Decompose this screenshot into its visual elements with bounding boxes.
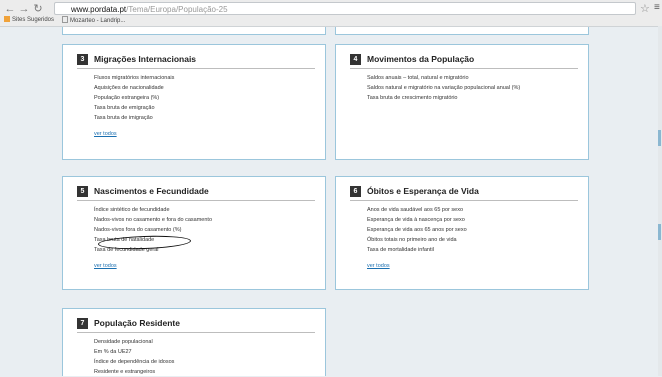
card-header: 5 Nascimentos e Fecundidade xyxy=(77,186,315,201)
ver-todos-link[interactable]: ver todos xyxy=(367,261,580,271)
card-number: 3 xyxy=(77,54,88,65)
card-movimentos: 4 Movimentos da População Saldos anuais … xyxy=(335,44,589,160)
scrollbar[interactable] xyxy=(658,26,662,376)
reload-icon[interactable]: ↻ xyxy=(32,3,44,15)
card-number: 6 xyxy=(350,186,361,197)
list-item[interactable]: Densidade populacional xyxy=(94,337,317,347)
list-item[interactable]: Anos de vida saudável aos 65 por sexo xyxy=(367,205,580,215)
card-number: 7 xyxy=(77,318,88,329)
page-icon xyxy=(62,16,68,23)
list-item[interactable]: Em % da UE27 xyxy=(94,347,317,357)
browser-toolbar: ← → ↻ www.pordata.pt/Tema/Europa/Populaç… xyxy=(0,0,662,27)
card-header: 3 Migrações Internacionais xyxy=(77,54,315,69)
address-bar[interactable]: www.pordata.pt/Tema/Europa/População-25 xyxy=(54,2,636,15)
card-obitos: 6 Óbitos e Esperança de Vida Anos de vid… xyxy=(335,176,589,290)
list-item[interactable]: Esperança de vida aos 65 anos por sexo xyxy=(367,225,580,235)
list-item[interactable]: Taxa de mortalidade infantil xyxy=(367,245,580,255)
bookmark-item[interactable]: Mozarteo - Landrip... xyxy=(62,16,125,25)
menu-icon[interactable]: ≡ xyxy=(654,2,660,13)
card-partial xyxy=(62,27,326,35)
side-marker xyxy=(658,224,661,240)
card-number: 4 xyxy=(350,54,361,65)
list-item[interactable]: Fluxos migratórios internacionais xyxy=(94,73,317,83)
url-host: www.pordata.pt xyxy=(71,5,127,14)
list-item[interactable]: Saldos anuais – total, natural e migrató… xyxy=(367,73,580,83)
bookmark-item[interactable]: Sites Sugeridos xyxy=(4,16,54,25)
card-title: Movimentos da População xyxy=(367,54,475,64)
forward-icon[interactable]: → xyxy=(18,3,30,15)
list-item[interactable]: Índice sintético de fecundidade xyxy=(94,205,317,215)
list-item[interactable]: Índice de dependência de idosos xyxy=(94,357,317,367)
list-item[interactable]: Aquisições de nacionalidade xyxy=(94,83,317,93)
card-title: População Residente xyxy=(94,318,180,328)
card-header: 7 População Residente xyxy=(77,318,315,333)
list-item[interactable]: Óbitos totais no primeiro ano de vida xyxy=(367,235,580,245)
card-title: Óbitos e Esperança de Vida xyxy=(367,186,479,196)
list-item[interactable]: Taxa bruta de imigração xyxy=(94,113,317,123)
list-item[interactable]: Saldos natural e migratório na variação … xyxy=(367,83,580,93)
list-item[interactable]: População estrangeira (%) xyxy=(94,93,317,103)
list-item[interactable]: Esperança de vida à nascença por sexo xyxy=(367,215,580,225)
url-path: /Tema/Europa/População-25 xyxy=(126,5,228,14)
ver-todos-link[interactable]: ver todos xyxy=(94,261,317,271)
side-marker xyxy=(658,130,661,146)
back-icon[interactable]: ← xyxy=(4,3,16,15)
card-nascimentos: 5 Nascimentos e Fecundidade Índice sinté… xyxy=(62,176,326,290)
card-header: 4 Movimentos da População xyxy=(350,54,578,69)
card-header: 6 Óbitos e Esperança de Vida xyxy=(350,186,578,201)
ver-todos-link[interactable]: ver todos xyxy=(94,129,317,139)
list-item[interactable]: Nados-vivos fora do casamento (%) xyxy=(94,225,317,235)
card-populacao: 7 População Residente Densidade populaci… xyxy=(62,308,326,376)
card-number: 5 xyxy=(77,186,88,197)
card-partial xyxy=(335,27,589,35)
list-item[interactable]: Taxa bruta de emigração xyxy=(94,103,317,113)
card-migracoes: 3 Migrações Internacionais Fluxos migrat… xyxy=(62,44,326,160)
card-title: Migrações Internacionais xyxy=(94,54,197,64)
list-item[interactable]: Nados-vivos no casamento e fora do casam… xyxy=(94,215,317,225)
list-item[interactable]: Taxa bruta de crescimento migratório xyxy=(367,93,580,103)
card-title: Nascimentos e Fecundidade xyxy=(94,186,209,196)
bookmark-icon xyxy=(4,16,10,22)
bookmark-star-icon[interactable]: ☆ xyxy=(640,2,650,15)
